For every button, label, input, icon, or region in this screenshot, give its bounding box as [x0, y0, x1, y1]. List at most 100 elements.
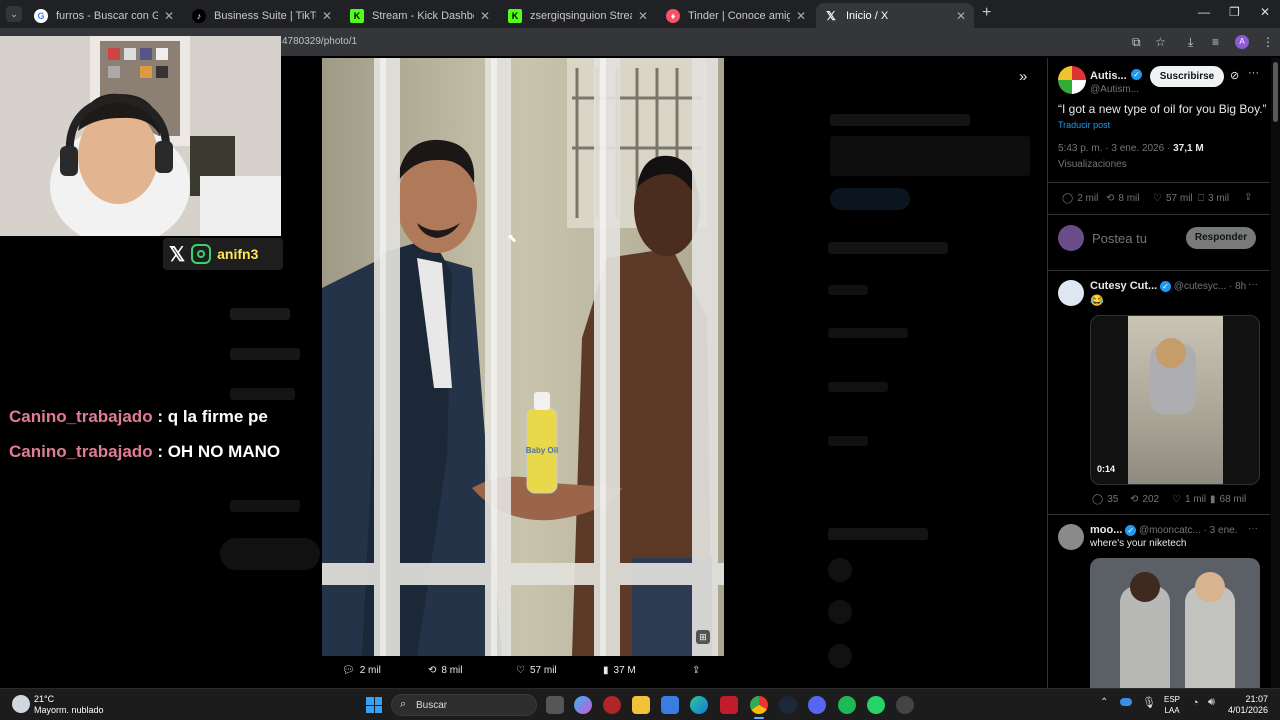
close-icon[interactable]: ✕: [480, 9, 490, 23]
repost-stat[interactable]: ⟲ 8 mil: [1106, 193, 1140, 204]
media-control-icon[interactable]: ≡: [1212, 35, 1219, 49]
translate-link[interactable]: Traducir post: [1058, 120, 1110, 130]
more-options-icon[interactable]: ···: [1248, 67, 1259, 79]
share-icon[interactable]: ⇪: [1244, 192, 1252, 203]
reply-video[interactable]: 0:14: [1090, 315, 1260, 485]
close-window-icon[interactable]: ✕: [1260, 5, 1270, 19]
repost-action[interactable]: ⟲ 8 mil: [428, 665, 463, 676]
close-icon[interactable]: ✕: [164, 9, 174, 23]
repost-icon: ⟲: [428, 665, 437, 676]
reply-action[interactable]: 💬︎ 2 mil: [342, 665, 381, 676]
post-photo[interactable]: Baby Oil ⊞: [322, 58, 724, 656]
windows-start-icon[interactable]: [366, 697, 382, 713]
bookmark-star-icon[interactable]: ☆: [1155, 35, 1166, 49]
reply-text: where's your niketech: [1090, 538, 1187, 549]
reply-input[interactable]: Postea tu: [1092, 231, 1147, 246]
clock[interactable]: 21:07 4/01/2026: [1228, 694, 1268, 716]
author-info[interactable]: Autis... ✓ @Autism...: [1090, 66, 1150, 95]
more-options-icon[interactable]: ···: [1248, 523, 1258, 534]
expand-panel-icon[interactable]: »: [1019, 68, 1027, 85]
alt-text-icon[interactable]: ⊞: [696, 630, 710, 644]
grok-icon[interactable]: ⊘: [1230, 69, 1239, 82]
reply-icon: ◯: [1092, 494, 1104, 505]
menu-icon[interactable]: ⋮: [1262, 35, 1274, 49]
tab-tiktok[interactable]: ♪ Business Suite | TikTok ✕: [184, 3, 340, 28]
subscribe-button[interactable]: Suscribirse: [1150, 66, 1224, 87]
webcam-image: [0, 36, 281, 236]
reply-author-name[interactable]: moo...: [1090, 524, 1122, 536]
post-timestamp[interactable]: 5:43 p. m. · 3 ene. 2026 ·: [1058, 143, 1173, 154]
language-indicator[interactable]: ESP LAA: [1164, 694, 1180, 716]
repost-stat[interactable]: ⟲ 202: [1130, 494, 1159, 505]
tray-overflow-icon[interactable]: ⌃: [1100, 697, 1108, 708]
more-options-icon[interactable]: ···: [1248, 279, 1258, 290]
reply-author-name[interactable]: Cutesy Cut...: [1090, 280, 1157, 292]
verified-badge-icon: ✓: [1160, 280, 1172, 292]
weather-desc: Mayorm. nublado: [34, 705, 104, 715]
url-text[interactable]: 4780329/photo/1: [282, 36, 357, 47]
scrollbar-track[interactable]: [1271, 58, 1280, 688]
profile-avatar[interactable]: A: [1235, 35, 1249, 49]
weather-widget[interactable]: 21°C Mayorm. nublado: [34, 694, 104, 716]
scrollbar-thumb[interactable]: [1273, 62, 1278, 122]
chat-message: Canino_trabajado : OH NO MANO: [9, 442, 280, 462]
premium-placeholder: [830, 136, 1030, 176]
steam-icon[interactable]: [779, 696, 797, 714]
mic-icon[interactable]: 🎙︎: [1142, 696, 1156, 709]
tab-x-home[interactable]: 𝕏 Inicio / X ✕: [816, 3, 974, 28]
download-icon[interactable]: ⤓: [1188, 35, 1193, 50]
tab-search-button[interactable]: ⌄: [6, 6, 22, 22]
reply-stat[interactable]: ◯ 35: [1092, 494, 1118, 505]
wifi-icon[interactable]: ◔: [1192, 697, 1199, 709]
close-icon[interactable]: ✕: [956, 9, 966, 23]
app-icon[interactable]: [896, 696, 914, 714]
store-icon[interactable]: [661, 696, 679, 714]
file-explorer-icon[interactable]: [632, 696, 650, 714]
onedrive-icon[interactable]: [1120, 698, 1132, 706]
minimize-icon[interactable]: —: [1198, 5, 1210, 19]
like-stat[interactable]: ♡ 57 mil: [1153, 193, 1193, 204]
app-icon[interactable]: [720, 696, 738, 714]
tab-kick-stream[interactable]: K zsergiqsinguion Stream - Watch ✕: [500, 3, 656, 28]
discord-icon[interactable]: [808, 696, 826, 714]
edge-icon[interactable]: [690, 696, 708, 714]
like-stat[interactable]: ♡ 1 mil: [1172, 494, 1206, 505]
video-duration: 0:14: [1097, 464, 1116, 474]
x-icon: 𝕏: [826, 8, 836, 23]
premium-button-dim: [830, 188, 910, 210]
taskbar-search[interactable]: ⌕ Buscar: [391, 694, 537, 716]
weather-icon: [12, 695, 30, 713]
close-icon[interactable]: ✕: [638, 9, 648, 23]
reply-text: 😂: [1090, 295, 1104, 307]
bookmark-stat[interactable]: ⎕ 3 mil: [1198, 193, 1229, 204]
close-icon[interactable]: ✕: [796, 9, 806, 23]
task-view-icon[interactable]: [546, 696, 564, 714]
tab-google[interactable]: G furros - Buscar con Google ✕: [26, 3, 182, 28]
heart-icon: ♡: [1172, 494, 1181, 505]
volume-icon[interactable]: 🔊︎: [1208, 696, 1215, 709]
tab-tinder[interactable]: ♦ Tinder | Conoce amigos y gente ✕: [658, 3, 814, 28]
reply-image[interactable]: [1090, 558, 1260, 688]
share-action[interactable]: ⇪: [692, 665, 700, 676]
whatsapp-icon[interactable]: [867, 696, 885, 714]
tab-kick-dashboard[interactable]: K Stream - Kick Dashboard ✕: [342, 3, 498, 28]
weather-temp: 21°C: [34, 694, 55, 704]
reply-avatar[interactable]: [1058, 524, 1084, 550]
new-tab-icon[interactable]: +: [982, 4, 991, 22]
copilot-icon[interactable]: [574, 696, 592, 714]
chrome-icon[interactable]: [750, 696, 768, 714]
restore-icon[interactable]: ❐: [1229, 5, 1240, 19]
divider: [1048, 514, 1270, 515]
reply-button[interactable]: Responder: [1186, 227, 1256, 249]
chat-text: : q la firme pe: [157, 407, 268, 426]
views-stat[interactable]: ▮ 68 mil: [1210, 494, 1246, 505]
reply-stat[interactable]: ◯ 2 mil: [1062, 193, 1098, 204]
like-action[interactable]: ♡ 57 mil: [516, 665, 557, 676]
author-avatar[interactable]: [1058, 66, 1086, 94]
views-action[interactable]: ▮ 37 M: [603, 665, 636, 676]
app-icon[interactable]: [603, 696, 621, 714]
close-icon[interactable]: ✕: [322, 9, 332, 23]
install-app-icon[interactable]: ⧉: [1132, 35, 1141, 50]
spotify-icon[interactable]: [838, 696, 856, 714]
reply-avatar[interactable]: [1058, 280, 1084, 306]
